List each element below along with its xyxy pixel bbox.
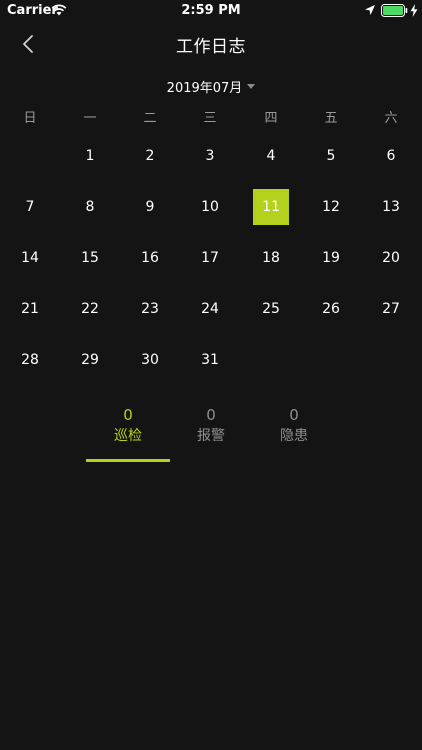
calendar-day[interactable]: 16 — [132, 240, 168, 276]
calendar-day[interactable]: 31 — [192, 342, 228, 378]
calendar-day[interactable]: 28 — [12, 342, 48, 378]
calendar-day[interactable]: 10 — [192, 189, 228, 225]
calendar-day[interactable]: 23 — [132, 291, 168, 327]
tab-alarm-label: 报警 — [197, 428, 225, 444]
calendar-day[interactable]: 14 — [12, 240, 48, 276]
calendar-day[interactable]: 19 — [313, 240, 349, 276]
calendar-day[interactable]: 20 — [373, 240, 409, 276]
tab-inspection[interactable]: 0 巡检 — [86, 404, 170, 464]
calendar-day[interactable]: 2 — [132, 138, 168, 174]
calendar-day[interactable]: 6 — [373, 138, 409, 174]
category-tabs: 0 巡检 0 报警 0 隐患 — [0, 404, 422, 468]
calendar-day-selected[interactable]: 11 — [253, 189, 289, 225]
tab-hazard[interactable]: 0 隐患 — [252, 404, 336, 464]
calendar-day[interactable]: 24 — [192, 291, 228, 327]
calendar-day[interactable]: 26 — [313, 291, 349, 327]
calendar-day[interactable]: 22 — [72, 291, 108, 327]
calendar-day[interactable]: 5 — [313, 138, 349, 174]
tab-inspection-label: 巡检 — [114, 428, 142, 444]
calendar-day[interactable]: 4 — [253, 138, 289, 174]
tab-alarm[interactable]: 0 报警 — [169, 404, 253, 464]
calendar-day[interactable]: 1 — [72, 138, 108, 174]
calendar-day[interactable]: 7 — [12, 189, 48, 225]
calendar-day[interactable]: 13 — [373, 189, 409, 225]
tab-alarm-count: 0 — [206, 406, 216, 424]
tab-hazard-count: 0 — [289, 406, 299, 424]
tab-hazard-label: 隐患 — [280, 428, 308, 444]
calendar-day[interactable]: 30 — [132, 342, 168, 378]
tab-inspection-count: 0 — [123, 406, 133, 424]
calendar-day[interactable]: 8 — [72, 189, 108, 225]
active-tab-indicator — [86, 459, 170, 462]
calendar-day[interactable]: 25 — [253, 291, 289, 327]
calendar-day[interactable]: 9 — [132, 189, 168, 225]
calendar-day[interactable]: 29 — [72, 342, 108, 378]
calendar-day[interactable]: 21 — [12, 291, 48, 327]
calendar-day[interactable]: 12 — [313, 189, 349, 225]
calendar-day[interactable]: 27 — [373, 291, 409, 327]
calendar-day[interactable]: 3 — [192, 138, 228, 174]
calendar-grid: 1 2 3 4 5 6 7 8 9 10 11 12 13 14 15 16 17 18 19 20 21 22 23 24 2… — [0, 0, 422, 400]
calendar-day[interactable]: 18 — [253, 240, 289, 276]
calendar-day[interactable]: 15 — [72, 240, 108, 276]
calendar-day[interactable]: 17 — [192, 240, 228, 276]
